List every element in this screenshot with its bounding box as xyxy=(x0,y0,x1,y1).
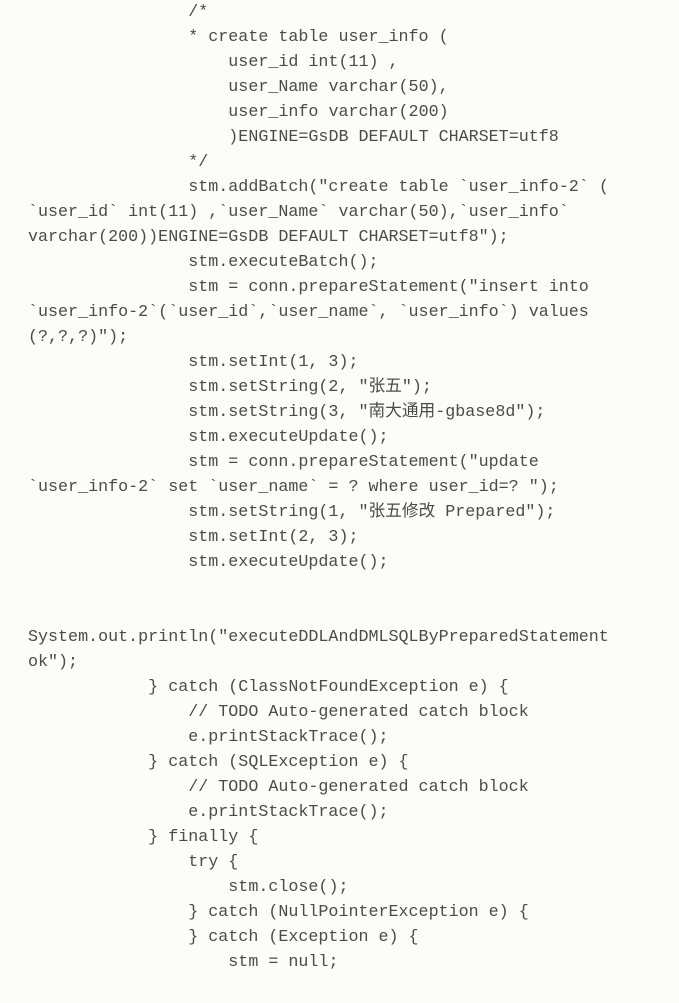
code-block: /* * create table user_info ( user_id in… xyxy=(0,0,679,1003)
